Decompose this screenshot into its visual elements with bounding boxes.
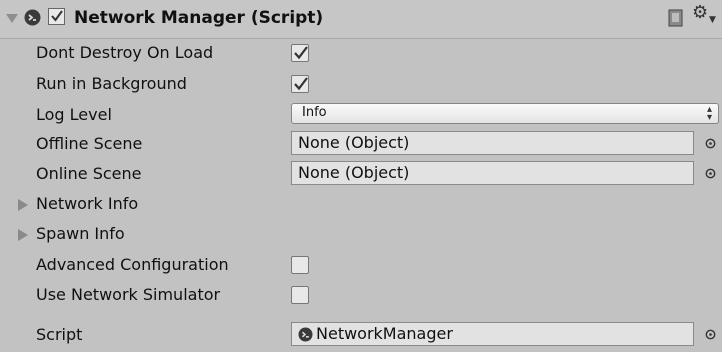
foldout-label[interactable]: Spawn Info	[36, 224, 125, 243]
log-level-dropdown[interactable]: Info ▴ ▾	[291, 103, 719, 124]
dropdown-value: Info	[302, 105, 327, 120]
run-in-background-checkbox[interactable]	[291, 75, 309, 93]
field-label: Offline Scene	[36, 134, 143, 153]
script-icon	[298, 327, 313, 342]
foldout-arrow-icon[interactable]	[18, 199, 28, 211]
help-book-icon[interactable]	[668, 9, 684, 27]
field-use-network-simulator: Use Network Simulator	[0, 280, 722, 310]
chevron-down-icon[interactable]: ▼	[709, 15, 716, 25]
dont-destroy-checkbox[interactable]	[291, 44, 309, 62]
component-header[interactable]: Network Manager (Script) ⚙ ▼	[0, 0, 722, 39]
field-offline-scene: Offline Scene None (Object)	[0, 129, 722, 159]
checkmark-icon	[294, 77, 308, 91]
field-label: Use Network Simulator	[36, 285, 221, 304]
object-picker-icon[interactable]	[705, 168, 716, 179]
offline-scene-field[interactable]: None (Object)	[291, 131, 694, 155]
script-icon	[24, 9, 41, 26]
checkmark-icon	[51, 10, 63, 22]
script-field[interactable]: NetworkManager	[291, 322, 694, 346]
advanced-configuration-checkbox[interactable]	[291, 256, 309, 274]
foldout-label[interactable]: Network Info	[36, 194, 138, 213]
object-picker-icon[interactable]	[705, 138, 716, 149]
dropdown-arrows-icon: ▴ ▾	[706, 104, 712, 123]
field-label: Online Scene	[36, 164, 142, 183]
object-field-value: NetworkManager	[316, 324, 453, 343]
field-label: Script	[36, 325, 83, 344]
field-script: Script NetworkManager	[0, 320, 722, 350]
checkmark-icon	[294, 46, 308, 60]
field-label: Dont Destroy On Load	[36, 43, 214, 62]
field-label: Log Level	[36, 105, 112, 124]
object-picker-icon[interactable]	[705, 329, 716, 340]
field-online-scene: Online Scene None (Object)	[0, 159, 722, 189]
field-label: Run in Background	[36, 74, 187, 93]
inspector-panel: Network Manager (Script) ⚙ ▼ Dont Destro…	[0, 0, 722, 352]
gear-icon[interactable]: ⚙	[692, 4, 708, 22]
use-network-simulator-checkbox[interactable]	[291, 286, 309, 304]
component-enabled-checkbox[interactable]	[48, 8, 65, 25]
field-run-in-background: Run in Background	[0, 69, 722, 99]
online-scene-field[interactable]: None (Object)	[291, 161, 694, 185]
object-field-value: None (Object)	[298, 133, 410, 152]
foldout-spawn-info[interactable]: Spawn Info	[0, 219, 722, 249]
foldout-network-info[interactable]: Network Info	[0, 189, 722, 219]
foldout-arrow-icon[interactable]	[18, 229, 28, 241]
field-dont-destroy-on-load: Dont Destroy On Load	[0, 38, 722, 68]
fold-triangle-icon[interactable]	[6, 14, 18, 23]
field-advanced-configuration: Advanced Configuration	[0, 250, 722, 280]
component-title: Network Manager (Script)	[74, 8, 324, 28]
object-field-value: None (Object)	[298, 163, 410, 182]
field-log-level: Log Level Info ▴ ▾	[0, 100, 722, 130]
field-label: Advanced Configuration	[36, 255, 229, 274]
